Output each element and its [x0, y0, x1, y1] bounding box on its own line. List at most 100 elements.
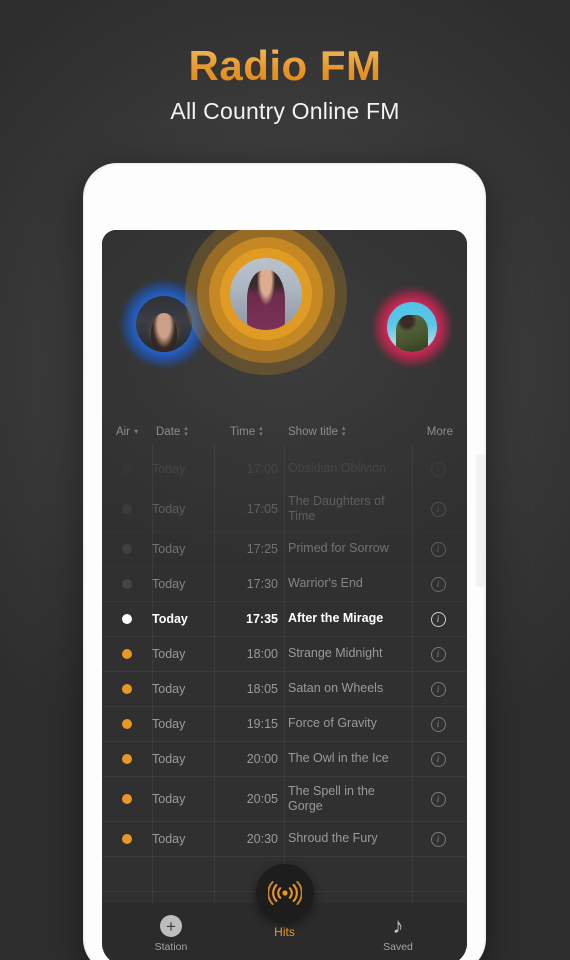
row-show-title: The Owl in the Ice [288, 751, 389, 766]
avatar-right-image [387, 302, 437, 352]
row-show-title: Primed for Sorrow [288, 541, 389, 556]
info-icon: i [430, 751, 446, 767]
air-status-dot-icon [122, 614, 132, 624]
info-icon: i [430, 576, 446, 592]
info-icon: i [430, 611, 446, 627]
table-row[interactable]: Today 17:30 Warrior's End i [102, 567, 467, 602]
nav-item-hits[interactable]: Hits [255, 864, 314, 939]
column-header-show-title[interactable]: Show title ▴ ▾ [288, 425, 345, 438]
table-row[interactable]: Today 17:00 Obsidian Oblivion i [102, 452, 467, 487]
row-time: 17:35 [246, 612, 278, 626]
air-status-cell [102, 719, 152, 729]
sort-updown-icon: ▴ ▾ [259, 425, 263, 438]
music-note-icon: ♪ [392, 913, 404, 938]
app-subtitle: All Country Online FM [170, 98, 400, 125]
plus-circle-icon: + [160, 915, 182, 937]
row-show-title: The Daughters of Time [288, 493, 385, 523]
promo-header: Radio FM All Country Online FM [0, 0, 570, 125]
air-status-cell [102, 834, 152, 844]
nav-item-station[interactable]: + Station [136, 915, 206, 953]
air-status-cell [102, 544, 152, 554]
app-title: Radio FM [0, 42, 570, 90]
air-status-dot-icon [122, 464, 132, 474]
row-info-button[interactable]: i [423, 716, 453, 732]
row-date: Today [152, 832, 186, 846]
row-info-button[interactable]: i [423, 461, 453, 477]
row-info-button[interactable]: i [423, 541, 453, 557]
row-date: Today [152, 752, 186, 766]
station-avatar-right[interactable] [374, 289, 450, 365]
air-status-dot-icon [122, 649, 132, 659]
phone-screen: Air ▾ Date ▴ ▾ Time ▴ ▾ Show title ▴ ▾ More [102, 230, 467, 960]
air-status-cell [102, 464, 152, 474]
air-status-dot-icon [122, 719, 132, 729]
row-show-title: Warrior's End [288, 576, 363, 591]
info-icon: i [430, 501, 446, 517]
station-avatar-left[interactable] [122, 282, 206, 366]
column-header-date[interactable]: Date ▴ ▾ [156, 425, 188, 438]
air-status-dot-icon [122, 544, 132, 554]
row-time: 17:30 [246, 577, 278, 591]
air-status-cell [102, 579, 152, 589]
table-row[interactable]: Today 18:05 Satan on Wheels i [102, 672, 467, 707]
table-row[interactable]: Today 19:15 Force of Gravity i [102, 707, 467, 742]
row-time: 19:15 [246, 717, 278, 731]
nav-label-station: Station [154, 941, 188, 953]
table-row[interactable]: Today 18:00 Strange Midnight i [102, 637, 467, 672]
station-avatar-center[interactable] [185, 230, 347, 375]
row-time: 20:00 [246, 752, 278, 766]
hits-button[interactable] [255, 864, 314, 922]
air-status-cell [102, 504, 152, 514]
info-icon: i [430, 716, 446, 732]
row-show-title: Force of Gravity [288, 716, 377, 731]
row-date: Today [152, 717, 186, 731]
row-info-button[interactable]: i [423, 501, 453, 517]
row-date: Today [152, 792, 186, 806]
row-info-button[interactable]: i [423, 791, 453, 807]
table-header-row: Air ▾ Date ▴ ▾ Time ▴ ▾ Show title ▴ ▾ More [102, 422, 467, 452]
row-info-button[interactable]: i [423, 611, 453, 627]
table-row[interactable]: Today 17:05 The Daughters of Time i [102, 487, 467, 532]
row-time: 18:00 [246, 647, 278, 661]
row-show-title: Strange Midnight [288, 646, 383, 661]
row-info-button[interactable]: i [423, 576, 453, 592]
row-show-title: Shroud the Fury [288, 831, 378, 846]
row-info-button[interactable]: i [423, 681, 453, 697]
air-status-cell [102, 649, 152, 659]
sort-updown-icon: ▴ ▾ [184, 425, 188, 438]
row-show-title: The Spell in the Gorge [288, 783, 375, 813]
column-header-more[interactable]: More [427, 426, 453, 438]
air-status-dot-icon [122, 684, 132, 694]
row-date: Today [152, 462, 186, 476]
row-info-button[interactable]: i [423, 646, 453, 662]
info-icon: i [430, 541, 446, 557]
power-button[interactable] [477, 455, 484, 586]
row-time: 20:05 [246, 792, 278, 806]
column-header-air[interactable]: Air ▾ [116, 426, 138, 438]
info-icon: i [430, 461, 446, 477]
info-icon: i [430, 646, 446, 662]
column-header-time[interactable]: Time ▴ ▾ [230, 425, 263, 438]
info-icon: i [430, 681, 446, 697]
table-row[interactable]: Today 20:05 The Spell in the Gorge i [102, 777, 467, 822]
row-date: Today [152, 577, 186, 591]
row-time: 20:30 [246, 832, 278, 846]
air-status-dot-icon [122, 504, 132, 514]
row-date: Today [152, 682, 186, 696]
air-status-dot-icon [122, 579, 132, 589]
table-row[interactable]: Today 17:35 After the Mirage i [102, 602, 467, 637]
row-time: 17:25 [246, 542, 278, 556]
air-status-cell [102, 614, 152, 624]
table-row[interactable]: Today 20:30 Shroud the Fury i [102, 822, 467, 857]
row-info-button[interactable]: i [423, 751, 453, 767]
air-status-cell [102, 684, 152, 694]
row-date: Today [152, 502, 186, 516]
row-date: Today [152, 612, 188, 626]
row-info-button[interactable]: i [423, 831, 453, 847]
air-status-dot-icon [122, 754, 132, 764]
table-row[interactable]: Today 17:25 Primed for Sorrow i [102, 532, 467, 567]
chevron-down-icon: ▾ [134, 427, 139, 436]
nav-item-saved[interactable]: ♪ Saved [363, 913, 433, 954]
table-row[interactable]: Today 20:00 The Owl in the Ice i [102, 742, 467, 777]
info-icon: i [430, 831, 446, 847]
